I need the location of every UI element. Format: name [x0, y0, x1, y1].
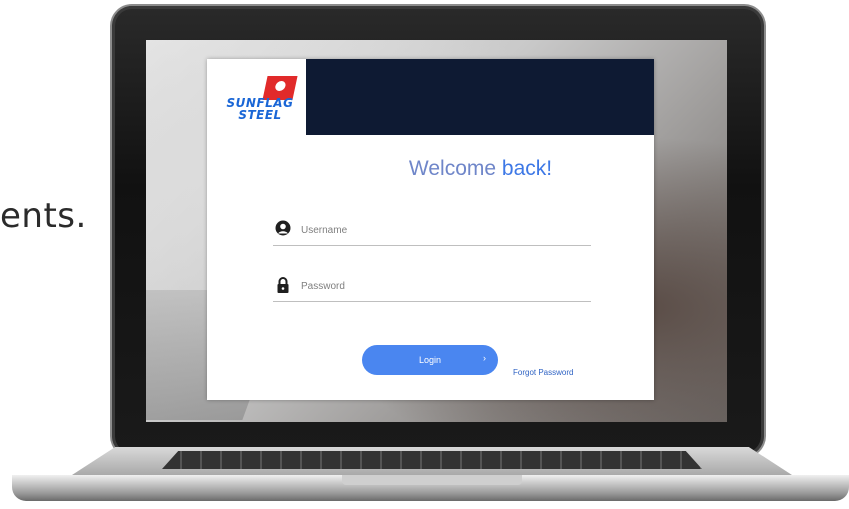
laptop-base	[12, 447, 849, 507]
logo-text-line2: STEEL	[238, 108, 282, 122]
logo-text: SUNFLAG STEEL	[217, 97, 303, 121]
sunflag-steel-logo: SUNFLAG STEEL	[215, 73, 303, 133]
lock-icon	[277, 277, 289, 293]
laptop-keyboard	[162, 451, 702, 469]
login-button-label: Login	[418, 355, 442, 365]
laptop-notch	[342, 475, 522, 485]
user-icon	[275, 220, 291, 236]
login-card: SUNFLAG STEEL Welcome back! Login › Forg…	[207, 59, 654, 400]
forgot-password-link[interactable]: Forgot Password	[513, 368, 573, 377]
welcome-accent-text: back!	[501, 157, 553, 180]
slide-text-fragment: ents.	[0, 196, 87, 236]
username-field	[273, 215, 591, 246]
chevron-right-icon: ›	[483, 353, 486, 363]
header-bar	[306, 59, 654, 135]
password-field	[273, 271, 591, 302]
username-input[interactable]	[299, 218, 583, 242]
welcome-heading: Welcome back!	[207, 157, 654, 181]
password-input[interactable]	[299, 274, 583, 298]
login-button[interactable]: Login ›	[362, 345, 498, 375]
welcome-text: Welcome	[408, 157, 497, 180]
